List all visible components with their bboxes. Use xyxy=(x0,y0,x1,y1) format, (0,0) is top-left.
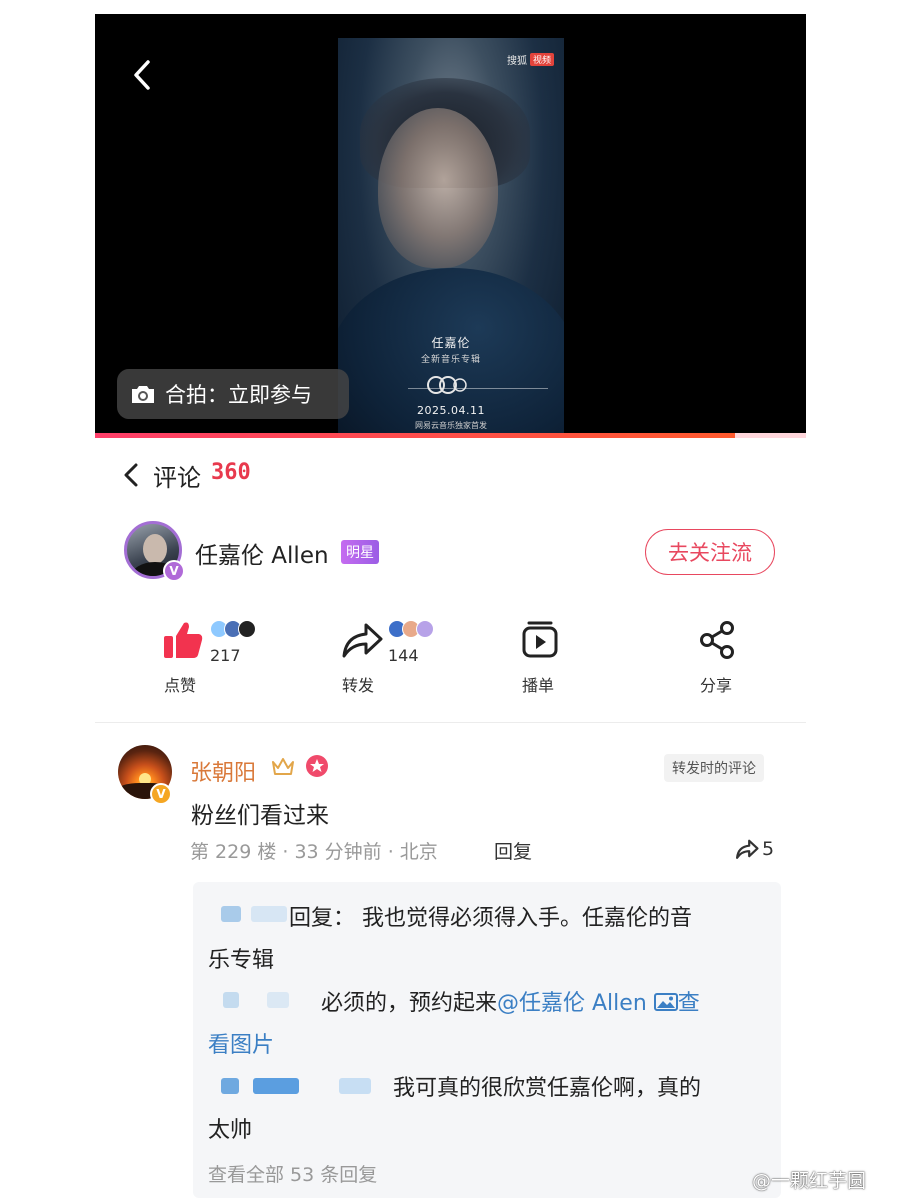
thumbs-up-icon xyxy=(164,622,203,658)
like-count: 217 xyxy=(210,646,241,665)
album-logo xyxy=(427,376,467,394)
view-image-link-cont[interactable]: 看图片 xyxy=(208,1027,274,1059)
reply-2-text: 必须的，预约起来 xyxy=(321,991,498,1016)
repost-action[interactable]: 144 转发 xyxy=(338,618,458,695)
like-action[interactable]: 217 点赞 xyxy=(160,618,280,695)
follow-button[interactable]: 去关注流 xyxy=(645,529,775,575)
reply-button[interactable]: 回复 xyxy=(494,837,532,864)
share-icon xyxy=(700,621,734,659)
reply-3-text-cont: 太帅 xyxy=(208,1118,253,1143)
watermark: @一颗红芋圆 xyxy=(752,1170,867,1192)
chevron-left-icon[interactable] xyxy=(128,58,158,92)
mention-link[interactable]: @任嘉伦 Allen xyxy=(497,991,647,1016)
like-label: 点赞 xyxy=(164,676,197,695)
video-progress-fill xyxy=(95,433,735,438)
blurred-username xyxy=(221,906,241,922)
replies-box[interactable]: 回复： 我也觉得必须得入手。任嘉伦的音 乐专辑 必须的，预约起来@任嘉伦 All… xyxy=(193,882,781,1198)
blurred-username xyxy=(267,992,289,1008)
author-role-tag: 明星 xyxy=(341,540,379,564)
playlist-label: 播单 xyxy=(522,676,555,695)
blurred-username xyxy=(251,906,287,922)
verified-badge: V xyxy=(150,783,172,805)
member-badge-icon xyxy=(306,755,328,777)
blurred-username xyxy=(221,1078,239,1094)
poster-note: 网易云音乐独家首发 xyxy=(415,421,487,430)
reply-1-text-cont: 乐专辑 xyxy=(208,948,275,973)
camera-icon xyxy=(132,386,154,403)
repost-count: 144 xyxy=(388,646,419,665)
coshoot-button[interactable]: 合拍：立即参与 xyxy=(117,369,349,419)
comments-title: 评论 xyxy=(153,464,201,492)
reply-1-text: 回复： 我也觉得必须得入手。任嘉伦的音 xyxy=(289,906,692,931)
image-icon xyxy=(653,993,678,1011)
poster-artist-name: 任嘉伦 xyxy=(431,336,471,350)
comment-repost-count: 5 xyxy=(762,838,775,860)
divider xyxy=(95,722,806,723)
view-all-replies-link[interactable]: 查看全部 53 条回复 xyxy=(208,1160,377,1187)
crown-icon xyxy=(272,758,294,775)
share-action[interactable]: 分享 xyxy=(696,618,756,695)
blurred-username xyxy=(223,992,239,1008)
commenter-name[interactable]: 张朝阳 xyxy=(190,755,256,787)
blurred-username xyxy=(339,1078,371,1094)
blurred-username xyxy=(253,1078,299,1094)
comment-source-tag: 转发时的评论 xyxy=(664,754,764,782)
view-image-link[interactable]: 查 xyxy=(653,991,700,1016)
album-poster: 搜狐 视频 任嘉伦 全新音乐专辑 2025.04.11 网易云音乐独家首发 xyxy=(338,38,564,434)
share-label: 分享 xyxy=(700,676,733,695)
repost-icon xyxy=(736,839,759,859)
coshoot-label: 合拍：立即参与 xyxy=(165,383,312,407)
playlist-action[interactable]: 播单 xyxy=(516,618,576,695)
repost-icon xyxy=(342,623,383,658)
comment-meta: 第 229 楼 · 33 分钟前 · 北京 xyxy=(190,841,438,863)
author-name[interactable]: 任嘉伦 Allen xyxy=(195,536,329,570)
poster-date: 2025.04.11 xyxy=(417,404,485,417)
chevron-left-icon[interactable] xyxy=(120,460,142,490)
video-progress-bar[interactable] xyxy=(95,433,806,438)
comment-repost-button[interactable]: 5 xyxy=(734,836,780,862)
play-list-icon xyxy=(522,621,558,658)
video-player[interactable]: 搜狐 视频 任嘉伦 全新音乐专辑 2025.04.11 网易云音乐独家首发 合拍：… xyxy=(95,14,806,438)
comments-count: 360 xyxy=(211,460,251,485)
repost-label: 转发 xyxy=(342,676,375,695)
reply-3-text: 我可真的很欣赏任嘉伦啊，真的 xyxy=(393,1076,702,1101)
poster-brand: 搜狐 视频 xyxy=(507,52,554,67)
verified-badge: V xyxy=(163,560,185,582)
poster-subtitle: 全新音乐专辑 xyxy=(420,355,481,365)
comment-text: 粉丝们看过来 xyxy=(191,803,329,829)
